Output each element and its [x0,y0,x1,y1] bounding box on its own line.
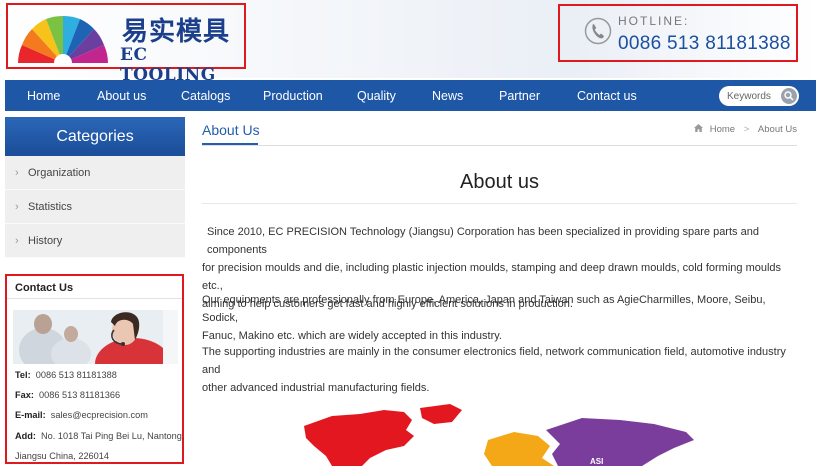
divider [202,203,797,204]
contact-address: Add: No. 1018 Tai Ping Bei Lu, Nantong, [15,431,185,441]
sidebar-item-history[interactable]: › History [5,224,185,258]
nav-item-partner[interactable]: Partner [499,80,540,111]
contact-panel: Contact Us Tel: 0086 513 81181388 Fax: 0… [5,274,184,464]
map-europe [484,432,554,466]
breadcrumb-separator: > [743,124,750,135]
categories-title: Categories [5,117,185,156]
world-map-image: ASI [304,404,694,466]
chevron-right-icon: › [15,167,19,179]
nav-item-about-us[interactable]: About us [97,80,146,111]
contact-fax: Fax: 0086 513 81181366 [15,390,121,400]
sidebar-item-label: Statistics [28,201,73,213]
contact-address-line2: Jiangsu China, 226014 [15,451,109,461]
nav-item-production[interactable]: Production [263,80,323,111]
categories-panel: Categories › Organization › Statistics ›… [5,117,185,258]
nav-item-catalogs[interactable]: Catalogs [181,80,230,111]
chevron-right-icon: › [15,235,19,247]
breadcrumb-home[interactable]: Home [710,124,735,135]
map-greenland [420,404,462,424]
site-header: 易实模具 EC TOOLING HOTLINE: 0086 513 811813… [0,0,817,85]
divider [202,145,797,146]
page-tab: About Us [202,122,260,138]
search-box [719,86,799,106]
sidebar-item-label: History [28,235,63,247]
paragraph-industries: The supporting industries are mainly in … [202,346,786,394]
breadcrumb-current: About Us [757,124,797,135]
phone-icon [584,17,612,45]
email-link[interactable]: sales@ecprecision.com [51,410,148,420]
paragraph-equipment: Our equipments are professionally from E… [202,294,766,342]
nav-item-contact-us[interactable]: Contact us [577,80,637,111]
map-asia [546,418,694,466]
hotline-number[interactable]: 0086 513 81181388 [618,33,791,55]
customer-service-image [13,310,178,364]
sidebar-item-label: Organization [28,167,91,179]
nav-item-home[interactable]: Home [27,80,60,111]
sidebar-item-statistics[interactable]: › Statistics [5,190,185,224]
page-title: About us [460,171,539,193]
nav-item-quality[interactable]: Quality [357,80,396,111]
breadcrumb: Home > About Us [694,124,797,135]
logo-chinese-text: 易实模具 [122,17,231,47]
logo-fan-icon [18,15,108,63]
contact-email: E-mail: sales@ecprecision.com [15,410,148,420]
chevron-right-icon: › [15,201,19,213]
search-icon [784,91,794,101]
logo[interactable]: 易实模具 EC TOOLING [6,3,246,85]
contact-title: Contact Us [15,282,74,294]
nav-item-news[interactable]: News [432,80,463,111]
search-button[interactable] [781,88,797,104]
divider [7,298,182,299]
search-input[interactable] [727,88,779,104]
map-americas [304,410,414,466]
contact-tel: Tel: 0086 513 81181388 [15,370,117,380]
home-icon [694,124,704,132]
logo-english-text: EC TOOLING [120,45,216,85]
map-label: ASI [590,457,603,466]
main-nav: Home About us Catalogs Production Qualit… [5,80,816,111]
hotline-label: HOTLINE: [618,14,690,28]
hotline: HOTLINE: 0086 513 81181388 [558,4,798,62]
sidebar-item-organization[interactable]: › Organization [5,156,185,190]
